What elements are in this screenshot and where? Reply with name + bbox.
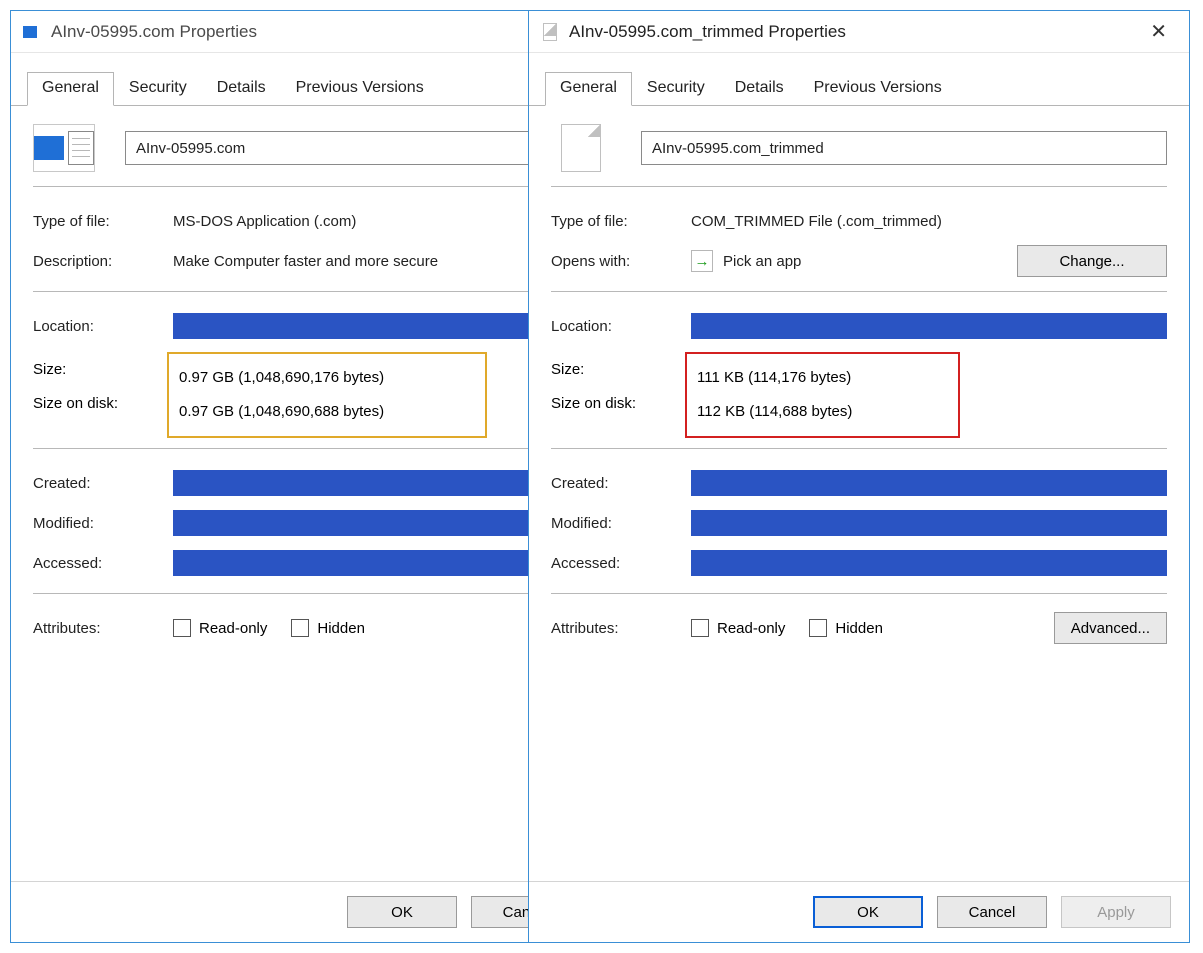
location-label: Location:	[33, 318, 173, 335]
size-highlight-box: 111 KB (114,176 bytes) 112 KB (114,688 b…	[685, 352, 960, 438]
properties-dialog-left: AInv-05995.com Properties General Securi…	[10, 10, 600, 943]
properties-dialog-right: AInv-05995.com_trimmed Properties ✕ Gene…	[528, 10, 1190, 943]
size-on-disk-label: Size on disk:	[551, 395, 681, 412]
modified-value-redacted	[173, 510, 577, 536]
tab-security[interactable]: Security	[632, 72, 720, 106]
tab-details[interactable]: Details	[202, 72, 281, 106]
hidden-label: Hidden	[835, 620, 883, 637]
dialog-footer: OK Cancel Apply	[529, 881, 1189, 942]
dialog-body: Type of file: MS-DOS Application (.com) …	[11, 106, 599, 881]
tab-previous-versions[interactable]: Previous Versions	[799, 72, 957, 106]
created-value-redacted	[173, 470, 577, 496]
tab-general[interactable]: General	[27, 72, 114, 106]
window-title: AInv-05995.com Properties	[51, 22, 587, 42]
apply-button[interactable]: Apply	[1061, 896, 1171, 928]
description-label: Description:	[33, 253, 173, 270]
location-value-redacted	[173, 313, 577, 339]
tab-strip: General Security Details Previous Versio…	[11, 53, 599, 106]
modified-label: Modified:	[551, 515, 691, 532]
modified-label: Modified:	[33, 515, 173, 532]
description-value: Make Computer faster and more secure	[173, 253, 577, 270]
app-icon	[23, 23, 41, 41]
tab-previous-versions[interactable]: Previous Versions	[281, 72, 439, 106]
file-type-icon	[33, 124, 95, 172]
readonly-checkbox[interactable]	[691, 619, 709, 637]
tab-general[interactable]: General	[545, 72, 632, 106]
ok-button[interactable]: OK	[813, 896, 923, 928]
accessed-value-redacted	[173, 550, 577, 576]
filename-input[interactable]	[125, 131, 577, 165]
created-label: Created:	[551, 475, 691, 492]
dialog-body: Type of file: COM_TRIMMED File (.com_tri…	[529, 106, 1189, 881]
readonly-checkbox[interactable]	[173, 619, 191, 637]
created-label: Created:	[33, 475, 173, 492]
size-label: Size:	[33, 361, 163, 378]
tab-details[interactable]: Details	[720, 72, 799, 106]
advanced-button[interactable]: Advanced...	[1054, 612, 1167, 644]
file-type-icon	[551, 124, 611, 172]
filename-input[interactable]	[641, 131, 1167, 165]
titlebar[interactable]: AInv-05995.com_trimmed Properties ✕	[529, 11, 1189, 53]
close-icon[interactable]: ✕	[1140, 15, 1177, 48]
hidden-checkbox[interactable]	[291, 619, 309, 637]
accessed-label: Accessed:	[551, 555, 691, 572]
titlebar[interactable]: AInv-05995.com Properties	[11, 11, 599, 53]
window-title: AInv-05995.com_trimmed Properties	[569, 22, 1140, 42]
hidden-checkbox[interactable]	[809, 619, 827, 637]
size-label: Size:	[551, 361, 681, 378]
location-value-redacted	[691, 313, 1167, 339]
size-value: 111 KB (114,176 bytes)	[697, 369, 851, 386]
size-on-disk-value: 112 KB (114,688 bytes)	[697, 403, 852, 420]
size-on-disk-label: Size on disk:	[33, 395, 163, 412]
change-button[interactable]: Change...	[1017, 245, 1167, 277]
hidden-label: Hidden	[317, 620, 365, 637]
type-of-file-value: COM_TRIMMED File (.com_trimmed)	[691, 213, 1167, 230]
opens-with-value: Pick an app	[723, 253, 801, 270]
accessed-value-redacted	[691, 550, 1167, 576]
readonly-label: Read-only	[199, 620, 267, 637]
type-of-file-label: Type of file:	[33, 213, 173, 230]
modified-value-redacted	[691, 510, 1167, 536]
accessed-label: Accessed:	[33, 555, 173, 572]
attributes-label: Attributes:	[33, 620, 173, 637]
opens-with-label: Opens with:	[551, 253, 691, 270]
created-value-redacted	[691, 470, 1167, 496]
tab-strip: General Security Details Previous Versio…	[529, 53, 1189, 106]
pick-app-icon: →	[691, 250, 713, 272]
readonly-label: Read-only	[717, 620, 785, 637]
file-icon	[541, 23, 559, 41]
size-highlight-box: 0.97 GB (1,048,690,176 bytes) 0.97 GB (1…	[167, 352, 487, 438]
size-on-disk-value: 0.97 GB (1,048,690,688 bytes)	[179, 403, 384, 420]
size-value: 0.97 GB (1,048,690,176 bytes)	[179, 369, 384, 386]
dialog-footer: OK Cancel	[11, 881, 599, 942]
type-of-file-value: MS-DOS Application (.com)	[173, 213, 577, 230]
location-label: Location:	[551, 318, 691, 335]
attributes-label: Attributes:	[551, 620, 691, 637]
ok-button[interactable]: OK	[347, 896, 457, 928]
tab-security[interactable]: Security	[114, 72, 202, 106]
cancel-button[interactable]: Cancel	[937, 896, 1047, 928]
type-of-file-label: Type of file:	[551, 213, 691, 230]
